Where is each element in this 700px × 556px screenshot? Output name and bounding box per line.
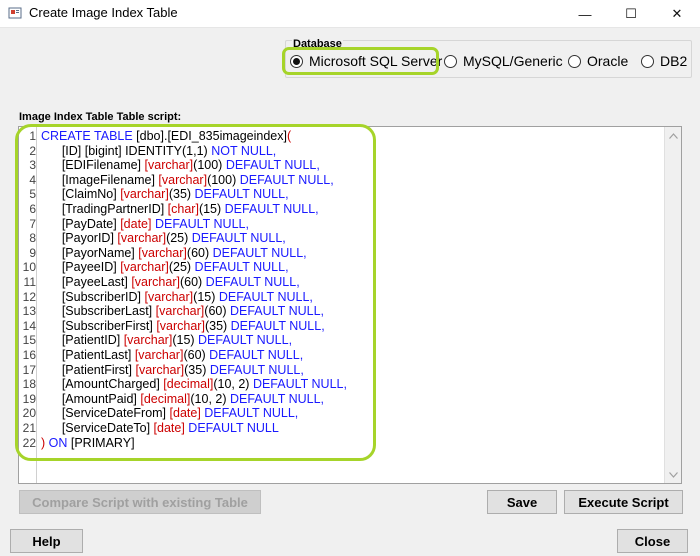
maximize-icon: ☐ <box>625 6 637 21</box>
scroll-up-icon[interactable] <box>665 127 682 144</box>
close-button[interactable]: Close <box>617 529 688 553</box>
scroll-down-icon[interactable] <box>665 466 682 483</box>
window-title: Create Image Index Table <box>29 5 178 20</box>
highlight-annotation <box>15 124 376 461</box>
help-button[interactable]: Help <box>10 529 83 553</box>
title-bar: Create Image Index Table — ☐ ✕ <box>0 0 700 28</box>
app-icon <box>8 7 22 19</box>
compare-script-button[interactable]: Compare Script with existing Table <box>19 490 261 514</box>
radio-mysql[interactable]: MySQL/Generic <box>444 52 563 70</box>
script-label: Image Index Table Table script: <box>19 111 182 123</box>
radio-oracle[interactable]: Oracle <box>568 52 628 70</box>
execute-script-button[interactable]: Execute Script <box>564 490 683 514</box>
radio-icon <box>641 54 654 68</box>
maximize-button[interactable]: ☐ <box>608 0 654 28</box>
radio-label: Oracle <box>587 53 629 69</box>
minimize-icon: — <box>578 6 592 22</box>
radio-label: DB2 <box>660 53 688 69</box>
close-window-button[interactable]: ✕ <box>654 0 700 28</box>
radio-icon <box>444 54 457 68</box>
save-button[interactable]: Save <box>487 490 557 514</box>
radio-db2[interactable]: DB2 <box>641 52 687 70</box>
close-icon: ✕ <box>671 6 683 21</box>
vertical-scrollbar[interactable] <box>664 127 681 483</box>
radio-label: MySQL/Generic <box>463 53 563 69</box>
minimize-button[interactable]: — <box>562 0 608 28</box>
radio-icon <box>568 54 581 68</box>
highlight-annotation <box>282 47 439 75</box>
